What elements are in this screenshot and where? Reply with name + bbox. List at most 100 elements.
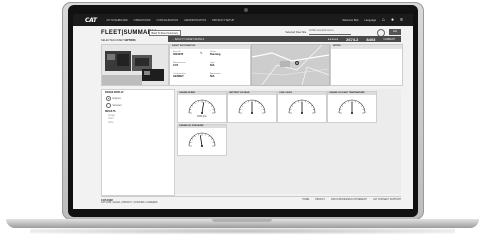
site-search-input[interactable]: ACME Caterpillar Demo <box>309 30 351 35</box>
user-icon[interactable]: ● <box>391 17 394 23</box>
gauge-dial <box>338 99 366 114</box>
gauge-needle <box>199 135 203 147</box>
results-item[interactable]: Gauge <box>108 115 174 117</box>
gauge-tick <box>197 100 199 103</box>
gauge-tick <box>305 100 307 103</box>
footer-link-home[interactable]: HOME <box>302 199 309 201</box>
gauge-oil-pressure[interactable]: ENGINE OIL PRESSURE <box>177 124 227 156</box>
gauge-tick <box>312 108 315 110</box>
asset-info-header: ASSET INFORMATION <box>170 45 250 49</box>
gauge-tick <box>360 105 363 107</box>
radio-icon[interactable] <box>106 103 111 108</box>
option-label: Selected <box>112 104 122 107</box>
selected-asset: SELECTED ASSET GRT0001 <box>101 39 136 42</box>
gauge-tick <box>208 135 210 138</box>
radio-selected-icon[interactable] <box>106 96 111 101</box>
gauge-tick <box>308 102 310 105</box>
go-button[interactable]: GO <box>389 29 401 35</box>
menu-icon[interactable]: ≡ <box>400 17 403 23</box>
gauge-tick <box>189 141 192 143</box>
gauge-tick <box>194 102 196 105</box>
results-title: RESULTS <box>105 111 116 113</box>
back-to-asset-details-link[interactable]: ← BACK TO ASSET DETAILS <box>172 38 204 41</box>
gauge-tick <box>344 102 346 105</box>
gauge-tick <box>355 100 357 103</box>
field-value: Running <box>210 53 221 56</box>
asset-photo <box>101 44 169 86</box>
gauge-dial <box>238 99 266 114</box>
gauge-value: 1800 rpm <box>197 116 207 118</box>
gauge-tick <box>310 105 313 107</box>
gauge-tick <box>341 105 344 107</box>
gauge-title: BATTERY VOLTAGE <box>228 92 276 96</box>
field-application: Application N/A <box>210 73 221 78</box>
top-nav-bar: CAT MY DASHBOARD OPERATIONS CONFIGURATIO… <box>73 14 413 26</box>
gauge-tick <box>212 108 215 110</box>
gauge-tick <box>189 108 192 110</box>
webcam <box>244 8 248 12</box>
selected-asset-value: GRT0001 <box>124 39 136 42</box>
gauge-tick <box>258 102 260 105</box>
range-option-engines[interactable]: Engines <box>106 96 174 101</box>
gauge-dial <box>188 99 216 114</box>
notes-panel: NOTES <box>330 44 403 86</box>
asset-info-card: ASSET INFORMATION Asset ID 3604278 Statu… <box>169 44 251 86</box>
cat-logo[interactable]: CAT <box>85 17 97 24</box>
site-search: Selected Fleet Site ACME Caterpillar Dem… <box>285 30 351 35</box>
field-value: 3604278 <box>173 53 184 56</box>
edit-icon[interactable]: ✎ <box>200 51 203 55</box>
gauge-title: FUEL LEVEL <box>278 92 326 96</box>
nav-product-setup[interactable]: PRODUCT SETUP <box>212 19 234 22</box>
nav-configuration[interactable]: CONFIGURATION <box>157 19 179 22</box>
gauge-tick <box>212 141 215 143</box>
gauge-tick <box>191 138 194 140</box>
gauge-tick <box>262 108 265 110</box>
laptop-shadow <box>30 228 455 234</box>
home-icon[interactable]: ⌂ <box>382 17 385 23</box>
language-select[interactable]: Language <box>364 19 376 22</box>
gauge-tick <box>358 102 360 105</box>
gauge-hub <box>251 112 253 114</box>
gauge-tick <box>205 100 207 103</box>
footer-link-data-processing[interactable]: DATA PROCESSING STATEMENT <box>331 199 367 201</box>
top-right-controls: Welcome Bob Language ⌂ ● ≡ <box>342 17 403 23</box>
footer-links[interactable]: CAT.COM | LEGAL | PRIVACY | COOKIES | CA… <box>101 202 157 204</box>
app-screen: CAT MY DASHBOARD OPERATIONS CONFIGURATIO… <box>73 14 413 209</box>
field-configuration: Configuration GENSET <box>173 73 186 78</box>
gauge-tick <box>291 105 294 107</box>
selected-asset-label: SELECTED ASSET <box>101 39 124 42</box>
user-greeting[interactable]: Welcome Bob <box>342 19 358 22</box>
gauge-tick <box>347 100 349 103</box>
results-item[interactable]: Chart <box>108 118 174 120</box>
gauge-hub <box>351 112 353 114</box>
gauge-hub <box>301 112 303 114</box>
gauge-tick <box>255 100 257 103</box>
gauge-battery-voltage[interactable]: BATTERY VOLTAGE <box>227 91 277 123</box>
gauge-tick <box>191 105 194 107</box>
nav-my-dashboard[interactable]: MY DASHBOARD <box>107 19 128 22</box>
footer-link-privacy[interactable]: PRIVACY <box>315 199 325 201</box>
main-nav: MY DASHBOARD OPERATIONS CONFIGURATION AD… <box>107 19 235 22</box>
gauge-tick <box>208 102 210 105</box>
gauge-coolant-temperature[interactable]: ENGINE COOLANT TEMPERATURE <box>327 91 377 123</box>
location-map[interactable] <box>251 44 330 86</box>
results-item[interactable]: Table <box>108 122 174 124</box>
gauge-panel: ENGINE SPEED 1800 rpm BATTERY VOLTAGE FU… <box>175 89 401 194</box>
gauge-engine-speed[interactable]: ENGINE SPEED 1800 rpm <box>177 91 227 123</box>
gauge-tick <box>294 102 296 105</box>
footer-link-support[interactable]: CAT CONNECT SUPPORT <box>373 199 401 201</box>
gauge-tick <box>239 108 242 110</box>
laptop-notch <box>212 219 272 222</box>
field-value: N/A <box>210 64 215 67</box>
nav-administration[interactable]: ADMINISTRATION <box>184 19 206 22</box>
gauge-tick <box>247 100 249 103</box>
range-option-selected[interactable]: Selected <box>106 103 174 108</box>
gauge-fuel-level[interactable]: FUEL LEVEL <box>277 91 327 123</box>
field-value: CAT <box>173 64 179 67</box>
gauge-title: ENGINE SPEED <box>178 92 226 96</box>
nav-operations[interactable]: OPERATIONS <box>134 19 151 22</box>
gauge-tick <box>241 105 244 107</box>
stat-value-1: 2674.2 <box>346 36 359 42</box>
gauge-tick <box>197 133 199 136</box>
field-manufacturer: Manufacturer CAT <box>173 62 186 67</box>
